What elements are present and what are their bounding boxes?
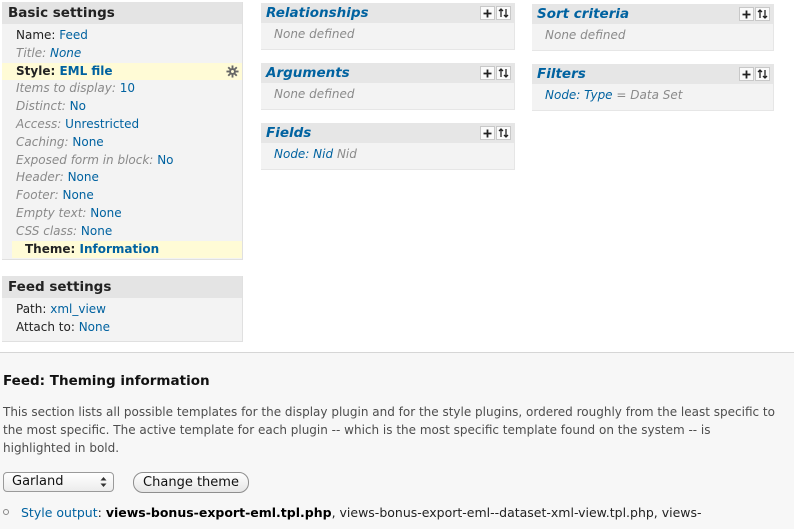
theme-select[interactable]: Garland [3,472,114,492]
change-theme-button[interactable]: Change theme [133,472,249,493]
arguments-title[interactable]: Arguments [266,65,350,81]
relationships-block: Relationships None defined [261,3,515,50]
theming-section: Feed: Theming information This section l… [0,353,794,529]
active-template: views-bonus-export-eml.tpl.php [105,505,332,520]
setting-caching-link[interactable]: None [72,135,103,149]
setting-theme: Theme: Information [12,240,242,259]
filters-block: Filters Node: Type = Data Set [532,64,774,111]
setting-caching: Caching: None [16,134,104,149]
setting-items: Items to display: 10 [16,81,136,96]
other-templates: , views-bonus-export-eml--dataset-xml-vi… [331,505,702,520]
basic-settings-title: Basic settings [2,2,242,24]
feed-settings-panel: Feed settings Path: xml_view Attach to: … [2,276,243,342]
setting-distinct-link[interactable]: No [70,99,86,113]
filters-title[interactable]: Filters [537,66,586,82]
setting-exposed-form-link[interactable]: No [157,153,173,167]
fields-title[interactable]: Fields [266,125,311,141]
add-icon[interactable] [480,126,495,140]
theming-description: This section lists all possible template… [3,405,775,455]
feed-attach-link[interactable]: None [79,320,110,334]
setting-style-link[interactable]: EML file [59,64,112,78]
add-icon[interactable] [480,66,495,80]
setting-header-link[interactable]: None [68,170,99,184]
setting-footer: Footer: None [16,188,94,203]
field-nid-label: Nid [336,147,357,161]
feed-settings-title: Feed settings [2,276,242,298]
setting-items-link[interactable]: 10 [120,81,135,95]
rearrange-icon[interactable] [755,7,770,21]
setting-empty-text-link[interactable]: None [90,206,121,220]
arguments-empty: None defined [274,87,355,101]
sort-criteria-empty: None defined [545,28,626,42]
bullet-icon [3,509,9,515]
feed-attach: Attach to: None [16,319,111,334]
setting-theme-link[interactable]: Information [80,242,160,256]
feed-path: Path: xml_view [16,302,106,316]
filter-value-label: = Data Set [616,88,683,102]
add-icon[interactable] [739,7,754,21]
rearrange-icon[interactable] [755,67,770,81]
setting-access-link[interactable]: Unrestricted [65,117,139,131]
setting-footer-link[interactable]: None [62,188,93,202]
fields-item: Node: Nid Nid [261,143,514,165]
field-node-nid-link[interactable]: Node: Nid [274,147,333,161]
setting-header: Header: None [16,170,99,185]
setting-title: Title: None [16,45,82,60]
feed-path-link[interactable]: xml_view [50,302,106,316]
setting-css-class: CSS class: None [16,223,113,238]
setting-name-link[interactable]: Feed [59,28,88,42]
theming-title: Feed: Theming information [3,373,210,389]
style-output-link[interactable]: Style output [21,505,98,520]
rearrange-icon[interactable] [496,126,511,140]
select-arrows-icon [100,477,107,487]
sort-criteria-block: Sort criteria None defined [532,4,774,51]
setting-exposed-form: Exposed form in block: No [16,152,174,167]
add-icon[interactable] [739,67,754,81]
rearrange-icon[interactable] [496,6,511,20]
setting-css-class-link[interactable]: None [81,224,112,238]
setting-name: Name: Feed [16,28,88,42]
arguments-block: Arguments None defined [261,63,515,110]
gear-icon[interactable] [226,65,239,78]
setting-title-link[interactable]: None [50,46,81,60]
setting-empty-text: Empty text: None [16,205,122,220]
fields-block: Fields Node: Nid Nid [261,123,515,170]
setting-access: Access: Unrestricted [16,116,140,131]
setting-distinct: Distinct: No [16,99,86,114]
filter-node-type-link[interactable]: Node: Type [545,88,613,102]
theme-select-value: Garland [12,474,64,489]
setting-style: Style: EML file [2,62,242,81]
filters-item: Node: Type = Data Set [532,84,773,106]
sort-criteria-title[interactable]: Sort criteria [537,6,629,22]
basic-settings-panel: Basic settings Name: Feed Title: None St… [2,2,243,260]
rearrange-icon[interactable] [496,66,511,80]
relationships-empty: None defined [274,27,355,41]
add-icon[interactable] [480,6,495,20]
style-output-line: Style output: views-bonus-export-eml.tpl… [3,505,702,520]
relationships-title[interactable]: Relationships [266,5,369,21]
